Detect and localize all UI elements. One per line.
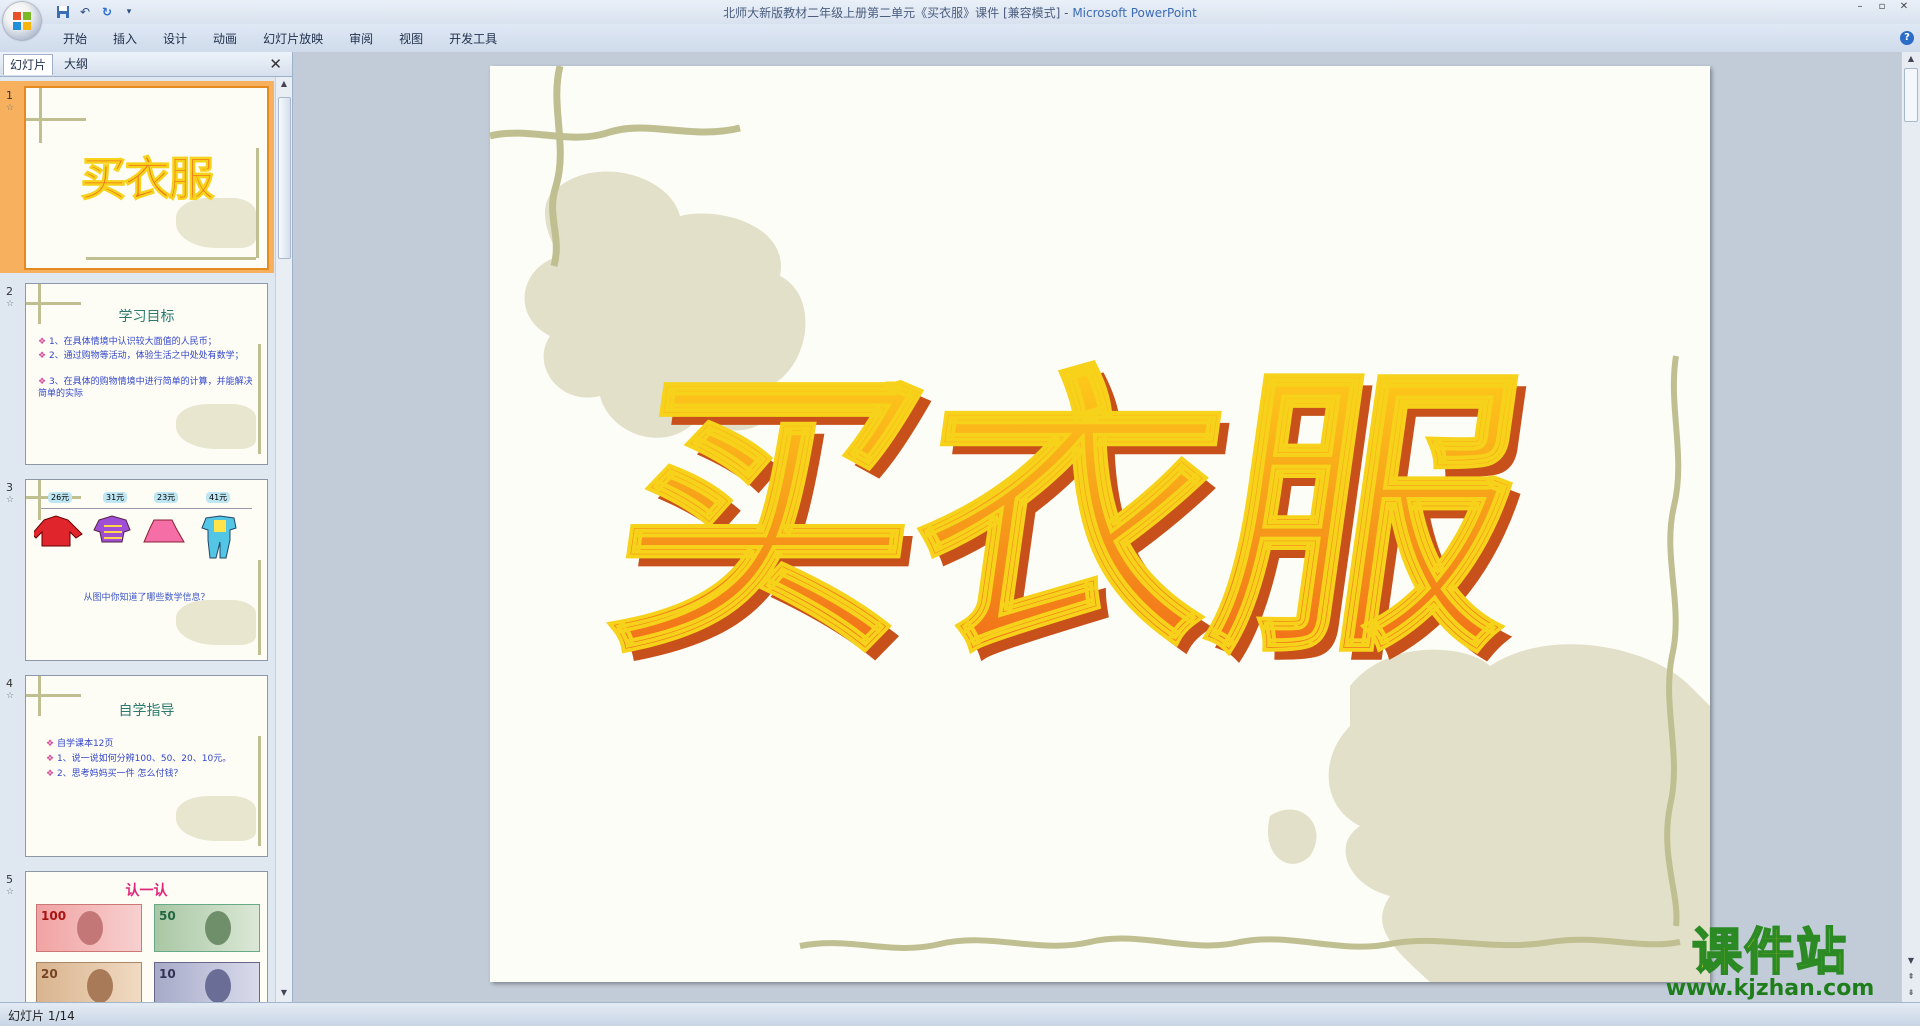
slide-thumbnail-1[interactable]: 1 ☆ 买衣服	[0, 81, 274, 273]
slide-preview: 认一认 100 50 20 10	[25, 871, 268, 1002]
previous-slide-icon[interactable]: ⇞	[1905, 972, 1917, 984]
watermark-logo-text: 课件站	[1691, 923, 1848, 981]
banknote-20: 20	[36, 962, 142, 1002]
scroll-up-icon[interactable]: ▲	[278, 79, 290, 91]
thumb-title: 买衣服	[80, 152, 215, 207]
site-watermark: 课件站 www.kjzhan.com	[1650, 923, 1890, 1002]
decoration	[86, 257, 256, 260]
animation-star-icon: ☆	[6, 887, 15, 897]
clothesline	[41, 508, 252, 509]
decoration	[26, 302, 81, 305]
thumb-caption: 从图中你知道了哪些数学信息？	[83, 593, 210, 603]
slide-preview: 学习目标 ❖ 1、在具体情境中认识较大面值的人民币； ❖ 2、通过购物等活动，体…	[25, 283, 268, 465]
tab-developer[interactable]: 开发工具	[436, 30, 510, 48]
slide-number: 1	[6, 89, 13, 102]
price-tag: 23元	[154, 492, 179, 503]
thumb-title: 自学指导	[118, 703, 175, 719]
restore-icon[interactable]: ▫	[1872, 1, 1892, 15]
minimize-icon[interactable]: –	[1850, 1, 1870, 15]
editor-scrollbar[interactable]: ▲ ▼ ⇞ ⇟	[1901, 52, 1920, 1002]
thumb-line: ❖ 3、在具体的购物情境中进行简单的计算，并能解决简单的实际	[38, 377, 253, 399]
slide-preview: 自学指导 ❖ 自学课本12页 ❖ 1、说一说如何分辨100、50、20、10元。…	[25, 675, 268, 857]
thumb-line: ❖ 1、说一说如何分辨100、50、20、10元。	[46, 754, 232, 764]
close-pane-icon[interactable]: ✕	[269, 55, 282, 73]
office-logo-icon	[13, 12, 31, 30]
app-name: Microsoft PowerPoint	[1072, 6, 1197, 20]
help-icon[interactable]: ?	[1900, 31, 1914, 45]
wordart-text: 买衣服	[594, 343, 1543, 671]
decoration	[258, 736, 261, 846]
tab-view[interactable]: 视图	[386, 30, 436, 48]
animation-star-icon: ☆	[6, 495, 15, 505]
animation-star-icon: ☆	[6, 103, 15, 113]
decoration	[258, 560, 261, 655]
wordart-title: 买衣服 买衣服	[592, 341, 1553, 702]
thumb-line: ❖ 2、通过购物等活动，体验生活之中处处有数学；	[38, 351, 244, 361]
ribbon: 开始 插入 设计 动画 幻灯片放映 审阅 视图 开发工具 ?	[0, 24, 1920, 53]
slide-counter: 幻灯片 1/14	[8, 1009, 75, 1023]
scroll-down-icon[interactable]: ▼	[1905, 956, 1917, 968]
status-bar: 幻灯片 1/14	[0, 1002, 1920, 1026]
slide-thumbnail-3[interactable]: 3 ☆ 26元 31元 23元 41元 从图中你知道了哪些数学信息？	[0, 473, 274, 665]
slide-number: 3	[6, 481, 13, 494]
decoration	[39, 88, 42, 143]
animation-star-icon: ☆	[6, 299, 15, 309]
slide-number: 2	[6, 285, 13, 298]
thumb-line: ❖ 2、思考妈妈买一件 怎么付钱？	[46, 769, 183, 779]
decoration	[26, 694, 81, 697]
tab-review[interactable]: 审阅	[336, 30, 386, 48]
slides-pane: 幻灯片 大纲 ✕ 1 ☆ 买衣服 2 ☆ 学习目标 ❖ 1、在具体情境中认识较大…	[0, 52, 293, 1002]
slide-preview: 买衣服	[24, 86, 269, 270]
decoration	[26, 118, 86, 121]
scroll-up-icon[interactable]: ▲	[1905, 54, 1917, 66]
scroll-thumb[interactable]	[1904, 68, 1918, 122]
thumb-title: 学习目标	[118, 309, 175, 325]
window-title: 北师大新版教材二年级上册第二单元《买衣服》课件 [兼容模式] - Microso…	[0, 4, 1920, 21]
slide-thumbnail-5[interactable]: 5 ☆ 认一认 100 50 20 10	[0, 865, 274, 1002]
slide-title[interactable]: 买衣服 买衣服	[490, 291, 1710, 702]
slide-number: 5	[6, 873, 13, 886]
thumb-line: ❖ 自学课本12页	[46, 739, 114, 749]
banknote-10: 10	[154, 962, 260, 1002]
decoration	[176, 796, 256, 841]
tab-animations[interactable]: 动画	[200, 30, 250, 48]
tab-slides[interactable]: 幻灯片	[3, 54, 54, 75]
tab-home[interactable]: 开始	[50, 30, 100, 48]
pane-scrollbar[interactable]: ▲ ▼	[275, 77, 292, 1002]
scroll-down-icon[interactable]: ▼	[278, 988, 290, 1000]
slide-preview: 26元 31元 23元 41元 从图中你知道了哪些数学信息？	[25, 479, 268, 661]
office-button[interactable]	[3, 2, 41, 40]
clothes-illustration	[34, 515, 237, 559]
price-tag: 41元	[206, 492, 231, 503]
decoration	[176, 600, 256, 645]
banknote-100: 100	[36, 904, 142, 952]
slide-thumbnails: 1 ☆ 买衣服 2 ☆ 学习目标 ❖ 1、在具体情境中认识较大面值的人民币； ❖…	[0, 77, 274, 1002]
watermark-url: www.kjzhan.com	[1665, 976, 1875, 1001]
tab-slideshow[interactable]: 幻灯片放映	[250, 30, 336, 48]
ribbon-tabs: 开始 插入 设计 动画 幻灯片放映 审阅 视图 开发工具	[50, 30, 510, 48]
thumb-line: ❖ 1、在具体情境中认识较大面值的人民币；	[38, 337, 217, 347]
scroll-thumb[interactable]	[278, 97, 291, 259]
decoration	[258, 344, 261, 454]
price-tag: 26元	[48, 492, 73, 503]
current-slide[interactable]: 买衣服 买衣服	[490, 66, 1710, 982]
thumb-title: 认一认	[125, 883, 168, 899]
tab-insert[interactable]: 插入	[100, 30, 150, 48]
pane-tabs: 幻灯片 大纲 ✕	[0, 52, 292, 77]
decoration	[176, 404, 256, 449]
tab-outline[interactable]: 大纲	[58, 54, 94, 74]
title-bar: ↶ ↻ ▾ 北师大新版教材二年级上册第二单元《买衣服》课件 [兼容模式] - M…	[0, 0, 1920, 24]
close-icon[interactable]: ✕	[1894, 1, 1914, 15]
tab-design[interactable]: 设计	[150, 30, 200, 48]
price-tag: 31元	[103, 492, 128, 503]
window-controls: – ▫ ✕	[1850, 1, 1914, 15]
animation-star-icon: ☆	[6, 691, 15, 701]
next-slide-icon[interactable]: ⇟	[1905, 988, 1917, 1000]
document-title: 北师大新版教材二年级上册第二单元《买衣服》课件 [兼容模式] -	[723, 6, 1073, 20]
slide-thumbnail-4[interactable]: 4 ☆ 自学指导 ❖ 自学课本12页 ❖ 1、说一说如何分辨100、50、20、…	[0, 669, 274, 861]
banknote-50: 50	[154, 904, 260, 952]
slide-editor: 买衣服 买衣服	[293, 52, 1909, 1002]
slide-thumbnail-2[interactable]: 2 ☆ 学习目标 ❖ 1、在具体情境中认识较大面值的人民币； ❖ 2、通过购物等…	[0, 277, 274, 469]
slide-number: 4	[6, 677, 13, 690]
